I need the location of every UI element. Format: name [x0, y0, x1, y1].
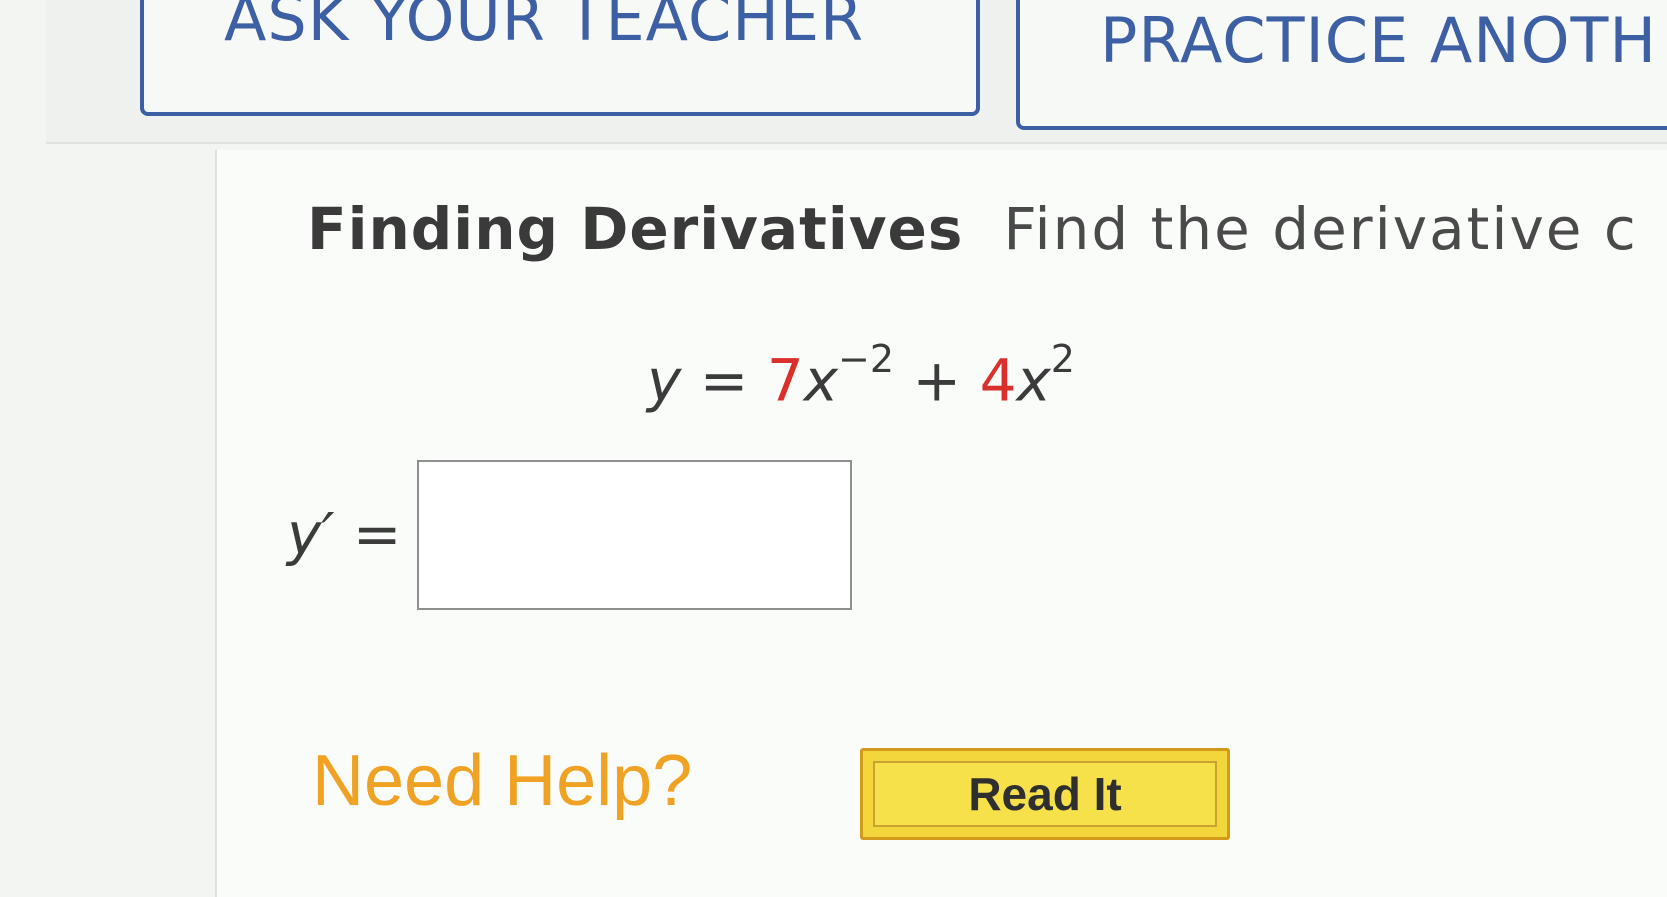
term1-exponent: −2	[838, 337, 895, 381]
term2-exponent: 2	[1050, 337, 1075, 381]
answer-label: y′ =	[287, 500, 402, 568]
term1-coefficient: 7	[766, 346, 804, 415]
question-panel: Finding Derivatives Find the derivative c…	[215, 150, 1667, 897]
equation-lhs: y	[647, 346, 682, 415]
ask-your-teacher-button[interactable]: ASK YOUR TEACHER	[140, 0, 980, 116]
question-title: Finding Derivatives	[307, 195, 964, 263]
equation-plus: +	[912, 346, 962, 415]
term1-variable: x	[803, 346, 839, 415]
function-equation: y = 7x−2 + 4x2	[647, 337, 1075, 415]
derivative-answer-input[interactable]	[417, 460, 852, 610]
toolbar: ASK YOUR TEACHER PRACTICE ANOTH	[46, 0, 1667, 144]
equation-equals: =	[699, 346, 749, 415]
question-header: Finding Derivatives Find the derivative c	[307, 195, 1638, 263]
read-it-button[interactable]: Read It	[860, 748, 1230, 840]
term2-variable: x	[1016, 346, 1051, 415]
practice-another-button[interactable]: PRACTICE ANOTH	[1016, 0, 1667, 130]
ask-your-teacher-label: ASK YOUR TEACHER	[224, 0, 865, 55]
need-help-label: Need Help?	[312, 741, 693, 821]
practice-another-label: PRACTICE ANOTH	[1100, 4, 1657, 77]
read-it-label: Read It	[968, 768, 1122, 820]
question-prompt: Find the derivative c	[1003, 195, 1638, 263]
term2-coefficient: 4	[979, 346, 1017, 415]
